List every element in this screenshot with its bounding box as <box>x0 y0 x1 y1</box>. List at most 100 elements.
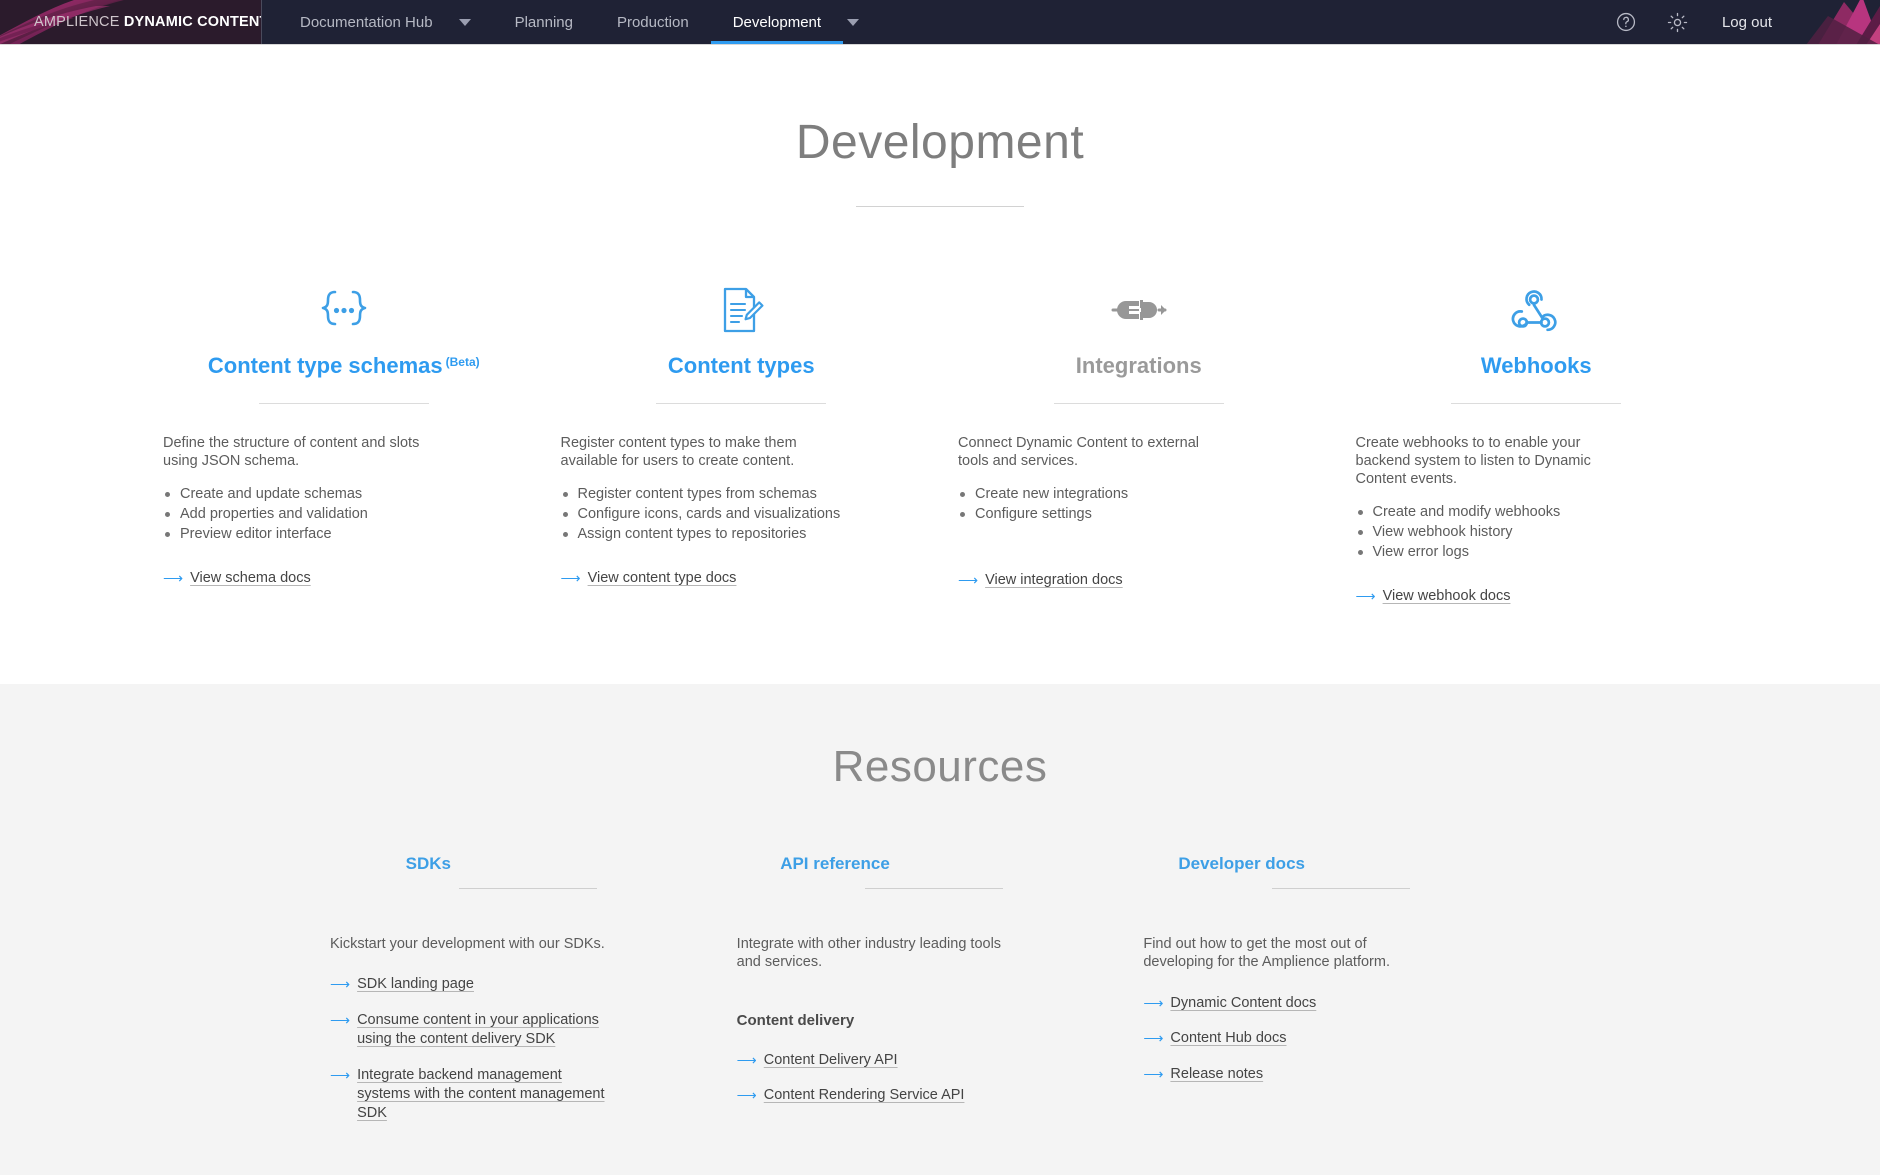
card-bullet: Add properties and validation <box>163 506 525 523</box>
card-icon-holder <box>163 279 525 341</box>
link-dynamic-content-docs[interactable]: ⟶ Dynamic Content docs <box>1143 994 1480 1013</box>
link-view-webhook-docs[interactable]: ⟶ View webhook docs <box>1356 587 1511 606</box>
resources-column-description: Find out how to get the most out of deve… <box>1143 936 1390 971</box>
main-nav: Documentation Hub Planning Production De… <box>262 0 881 44</box>
link-content-hub-docs[interactable]: ⟶ Content Hub docs <box>1143 1029 1480 1048</box>
arrow-right-icon: ⟶ <box>736 1087 757 1104</box>
link-release-notes[interactable]: ⟶ Release notes <box>1143 1065 1480 1084</box>
resources-column-divider <box>865 888 1004 890</box>
nav-caret-development[interactable] <box>843 0 881 44</box>
link-label: Dynamic Content docs <box>1170 994 1317 1011</box>
help-circle-icon <box>1616 12 1636 32</box>
resources-link-list: ⟶ Content Delivery API ⟶ Content Renderi… <box>737 1051 1074 1106</box>
link-label: SDK landing page <box>357 976 474 993</box>
card-bullet: Configure settings <box>958 506 1320 523</box>
link-view-schema-docs[interactable]: ⟶ View schema docs <box>163 569 311 588</box>
link-content-delivery-api[interactable]: ⟶ Content Delivery API <box>737 1051 1074 1070</box>
card-description: Define the structure of content and slot… <box>163 434 420 469</box>
arrow-right-icon: ⟶ <box>330 1012 351 1029</box>
link-label: View schema docs <box>190 570 311 587</box>
link-label: View content type docs <box>587 570 737 587</box>
card-heading: Webhooks <box>1356 353 1718 379</box>
top-navigation-bar: AMPLIENCE DYNAMIC CONTENT Documentation … <box>0 0 1880 45</box>
brand-logo[interactable]: AMPLIENCE DYNAMIC CONTENT <box>0 0 262 44</box>
resources-column-heading: API reference <box>780 854 890 874</box>
plug-connector-icon <box>1111 299 1167 320</box>
resources-link-list: ⟶ SDK landing page ⟶ Consume content in … <box>330 975 667 1122</box>
resources-column-sdks: SDKs Kickstart your development with our… <box>330 854 737 1139</box>
card-icon-holder <box>561 279 923 341</box>
nav-item-planning[interactable]: Planning <box>493 0 595 44</box>
page-hero: Development <box>0 45 1880 207</box>
resources-columns: SDKs Kickstart your development with our… <box>0 854 1880 1139</box>
card-heading: Content type schemas (Beta) <box>163 353 525 379</box>
card-bullet: Assign content types to repositories <box>561 526 923 543</box>
card-link-wrap: ⟶ View content type docs <box>561 569 923 588</box>
link-label: Release notes <box>1170 1066 1264 1083</box>
link-content-rendering-service-api[interactable]: ⟶ Content Rendering Service API <box>737 1086 1074 1105</box>
card-bullet-list: Register content types from schemas Conf… <box>561 486 923 543</box>
chevron-down-icon <box>458 18 471 26</box>
link-label: View webhook docs <box>1382 588 1511 605</box>
chevron-down-icon <box>847 18 860 26</box>
card-bullet: Create and update schemas <box>163 486 525 503</box>
arrow-right-icon: ⟶ <box>330 1067 351 1083</box>
brand-prefix: AMPLIENCE <box>34 14 124 30</box>
card-icon-holder <box>1356 279 1718 341</box>
arrow-right-icon: ⟶ <box>1143 994 1164 1011</box>
nav-item-documentation-hub[interactable]: Documentation Hub <box>278 0 455 44</box>
settings-button[interactable] <box>1652 11 1704 34</box>
top-bar-actions: Log out <box>1600 0 1880 44</box>
arrow-right-icon: ⟶ <box>736 1051 757 1068</box>
nav-label: Documentation Hub <box>300 13 433 31</box>
resources-column-api-reference: API reference Integrate with other indus… <box>737 854 1144 1139</box>
card-bullet-list: Create and update schemas Add properties… <box>163 486 525 543</box>
logout-button[interactable]: Log out <box>1704 14 1784 31</box>
brand-divider <box>261 0 262 44</box>
webhook-nodes-icon <box>1511 290 1557 331</box>
link-label: Content Hub docs <box>1170 1030 1287 1047</box>
card-link-wrap: ⟶ View webhook docs <box>1356 587 1718 606</box>
arrow-right-icon: ⟶ <box>1143 1066 1164 1083</box>
nav-item-production[interactable]: Production <box>595 0 711 44</box>
arrow-right-icon: ⟶ <box>1143 1030 1164 1047</box>
card-description: Connect Dynamic Content to external tool… <box>958 434 1199 469</box>
link-label: View integration docs <box>985 572 1123 589</box>
link-label: Integrate backend management systems wit… <box>357 1067 605 1121</box>
resources-column-divider <box>458 888 597 890</box>
nav-label: Planning <box>514 13 573 31</box>
card-title: Content types <box>667 352 815 378</box>
help-button[interactable] <box>1600 11 1652 33</box>
resources-column-divider <box>1272 888 1411 890</box>
curly-braces-icon <box>321 290 367 326</box>
card-bullet: Create and modify webhooks <box>1356 504 1718 521</box>
page-title: Development <box>795 116 1085 169</box>
nav-label: Production <box>616 13 689 31</box>
card-description: Register content types to make them avai… <box>560 434 797 469</box>
link-view-integration-docs[interactable]: ⟶ View integration docs <box>958 571 1123 590</box>
card-bullet-list: Create new integrations Configure settin… <box>958 486 1320 523</box>
card-content-types: Content types Register content types to … <box>543 279 941 607</box>
nav-caret-documentation-hub[interactable] <box>455 0 493 44</box>
link-consume-content-delivery-sdk[interactable]: ⟶ Consume content in your applications u… <box>330 1011 667 1049</box>
link-view-content-type-docs[interactable]: ⟶ View content type docs <box>561 569 737 588</box>
resources-column-heading: Developer docs <box>1178 854 1305 874</box>
link-label: Content Delivery API <box>763 1051 898 1068</box>
link-sdk-landing-page[interactable]: ⟶ SDK landing page <box>330 975 667 994</box>
arrow-right-icon: ⟶ <box>1355 588 1376 605</box>
card-bullet-list: Create and modify webhooks View webhook … <box>1356 504 1718 561</box>
card-content-type-schemas: Content type schemas (Beta) Define the st… <box>145 279 543 607</box>
card-description: Create webhooks to to enable your backen… <box>1355 434 1591 488</box>
card-divider <box>1451 402 1622 404</box>
arrow-right-icon: ⟶ <box>560 570 581 587</box>
nav-label: Development <box>732 13 822 31</box>
feature-card-grid: Content type schemas (Beta) Define the st… <box>0 278 1880 607</box>
page-title-divider <box>856 205 1024 207</box>
card-divider <box>656 402 827 404</box>
arrow-right-icon: ⟶ <box>330 976 351 993</box>
card-divider <box>1053 402 1224 404</box>
nav-item-development[interactable]: Development <box>710 0 844 44</box>
gear-icon <box>1668 12 1688 32</box>
link-integrate-content-management-sdk[interactable]: ⟶ Integrate backend management systems w… <box>330 1066 667 1123</box>
resources-column-description: Kickstart your development with our SDKs… <box>330 936 605 953</box>
